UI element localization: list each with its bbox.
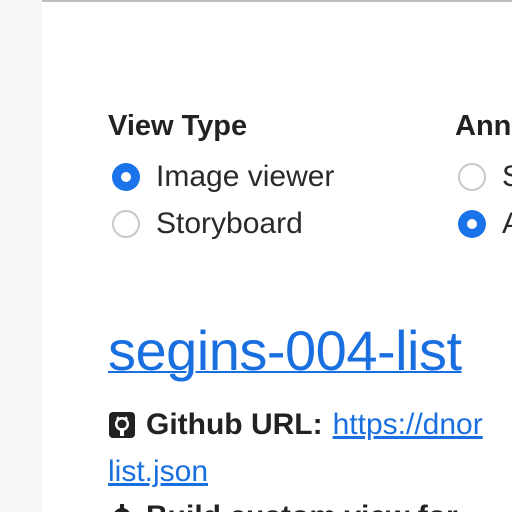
gear-icon xyxy=(114,504,130,512)
radio-label-image-viewer: Image viewer xyxy=(156,160,335,193)
radio-storyboard[interactable] xyxy=(112,210,140,238)
radio-label-annotation-a: A xyxy=(502,207,512,241)
build-custom-view-row: Build custom view for xyxy=(108,500,458,512)
left-panel-edge xyxy=(0,0,42,512)
radio-label-storyboard: Storyboard xyxy=(156,207,303,240)
github-url-row: Github URL: https://dnor xyxy=(108,408,483,442)
radio-annotation-s[interactable] xyxy=(458,163,486,191)
github-icon xyxy=(109,412,135,438)
github-url-label: Github URL: xyxy=(146,408,323,441)
radio-image-viewer-checked[interactable] xyxy=(112,163,140,191)
build-custom-view-text: Build custom view for xyxy=(146,500,458,512)
page: View Type Image viewer Storyboard Ann S … xyxy=(0,0,512,512)
radio-option-image-viewer[interactable]: Image viewer xyxy=(112,160,334,194)
radio-option-storyboard[interactable]: Storyboard xyxy=(112,207,303,241)
view-type-heading: View Type xyxy=(108,110,248,142)
top-divider xyxy=(42,0,512,2)
github-url-link[interactable]: https://dnor xyxy=(333,408,483,442)
dataset-title-link[interactable]: segins-004-list xyxy=(108,318,462,383)
radio-label-annotation-s: S xyxy=(502,160,512,194)
annotations-heading: Ann xyxy=(455,110,512,142)
github-url-link-continued[interactable]: list.json xyxy=(108,455,208,489)
radio-option-annotation-a[interactable]: A xyxy=(458,207,512,241)
radio-option-annotation-s[interactable]: S xyxy=(458,160,512,194)
radio-annotation-a-checked[interactable] xyxy=(458,210,486,238)
